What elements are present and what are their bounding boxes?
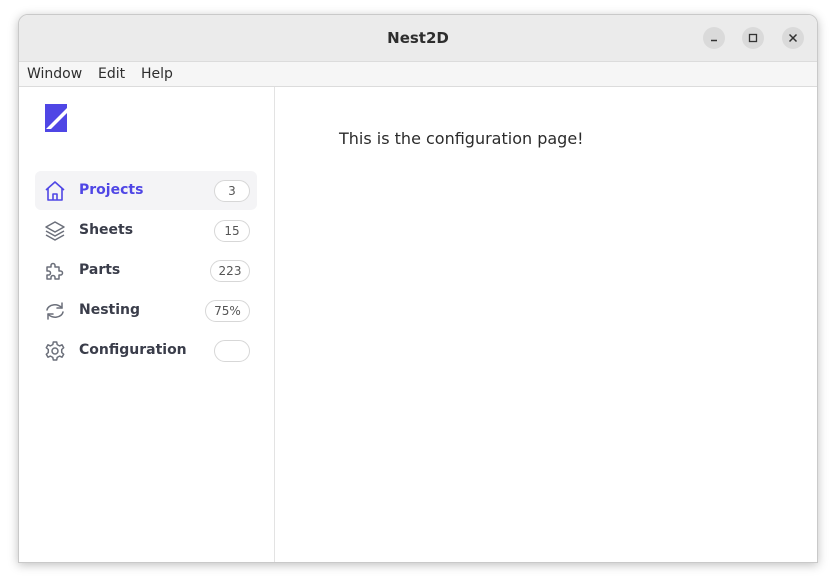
sidebar-item-label: Projects [79, 182, 144, 198]
maximize-button[interactable] [742, 27, 764, 49]
main-content: This is the configuration page! [275, 87, 817, 562]
menu-bar: Window Edit Help [19, 62, 817, 87]
sidebar-item-nesting[interactable]: Nesting 75% [35, 291, 257, 330]
sidebar: Projects 3 Sheets 15 Parts 223 Nesting 7… [19, 87, 275, 562]
sidebar-item-label: Configuration [79, 342, 187, 358]
close-icon [788, 33, 798, 43]
count-badge: 15 [214, 220, 250, 242]
count-badge [214, 340, 250, 362]
app-window: Nest2D Window Edit Help Projects 3 Sheet… [18, 14, 818, 563]
layers-icon [45, 221, 65, 241]
count-badge: 223 [210, 260, 250, 282]
minimize-icon [711, 39, 717, 42]
count-badge: 3 [214, 180, 250, 202]
sidebar-item-sheets[interactable]: Sheets 15 [35, 211, 257, 250]
refresh-icon [46, 302, 64, 320]
app-logo-icon [45, 104, 67, 132]
gear-icon [45, 341, 65, 361]
window-title: Nest2D [387, 29, 449, 47]
sidebar-item-label: Sheets [79, 222, 134, 238]
maximize-icon [748, 33, 758, 43]
close-button[interactable] [782, 27, 804, 49]
menu-edit[interactable]: Edit [98, 62, 125, 87]
sidebar-item-label: Nesting [79, 302, 141, 318]
sidebar-item-configuration[interactable]: Configuration [35, 331, 257, 370]
progress-badge: 75% [205, 300, 250, 322]
puzzle-icon [46, 262, 64, 280]
minimize-button[interactable] [703, 27, 725, 49]
sidebar-item-projects[interactable]: Projects 3 [35, 171, 257, 210]
sidebar-item-label: Parts [79, 262, 121, 278]
menu-window[interactable]: Window [27, 62, 82, 87]
menu-help[interactable]: Help [141, 62, 173, 87]
page-message: This is the configuration page! [339, 129, 584, 148]
home-icon [45, 181, 65, 201]
title-bar[interactable]: Nest2D [19, 15, 817, 62]
sidebar-item-parts[interactable]: Parts 223 [35, 251, 257, 290]
